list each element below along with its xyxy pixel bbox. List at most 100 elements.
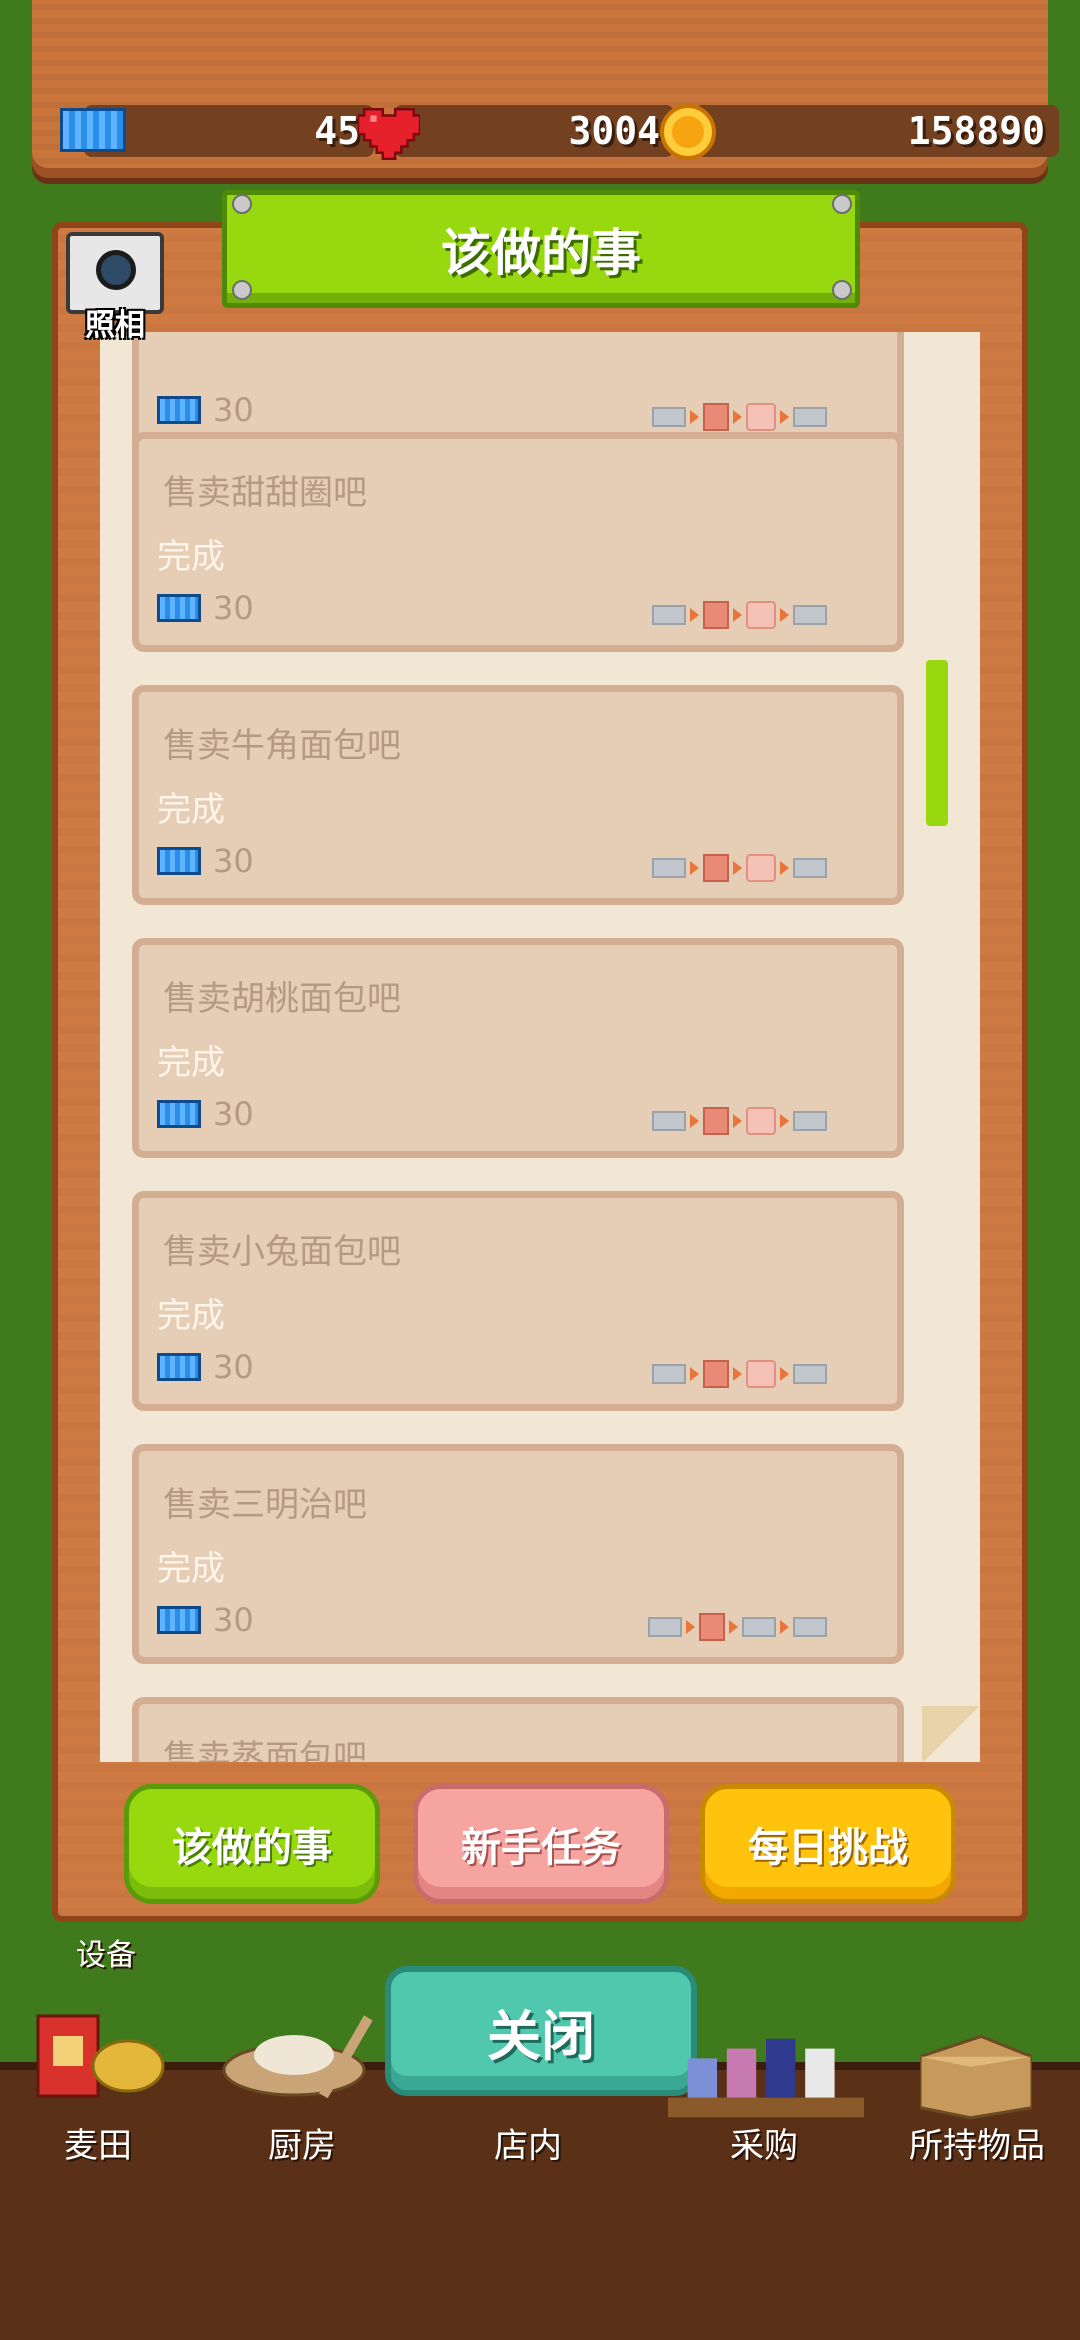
task-card: 售卖三明治吧 完成 30 xyxy=(132,1444,904,1664)
arrow-icon xyxy=(690,861,699,875)
arrow-icon xyxy=(733,1367,742,1381)
ticket-step-icon xyxy=(793,1617,827,1637)
arrow-icon xyxy=(780,410,789,424)
paper-fold xyxy=(922,1706,980,1762)
task-reward-value: 30 xyxy=(213,391,254,429)
tab-daily-challenge[interactable]: 每日挑战 xyxy=(700,1784,956,1904)
task-card: 售卖小兔面包吧 完成 30 xyxy=(132,1191,904,1411)
task-status: 完成 xyxy=(157,1296,225,1336)
task-steps xyxy=(652,1107,827,1135)
nav-wheat-field[interactable]: 麦田 xyxy=(58,2118,138,2167)
task-reward: 30 xyxy=(157,1095,254,1133)
ticket-step-icon xyxy=(648,1617,682,1637)
tab-todo[interactable]: 该做的事 xyxy=(124,1784,380,1904)
tickets-value: 45 xyxy=(314,109,360,153)
coin-icon xyxy=(660,104,716,160)
ticket-step-icon xyxy=(793,1111,827,1131)
coins-counter: 158890 xyxy=(694,105,1059,157)
equipment-label[interactable]: 设备 xyxy=(76,1930,136,1974)
coins-value: 158890 xyxy=(907,109,1045,153)
task-status: 完成 xyxy=(157,537,225,577)
ticket-step-icon xyxy=(793,1364,827,1384)
ticket-icon xyxy=(157,1353,201,1381)
camera-icon xyxy=(96,250,136,290)
task-reward-value: 30 xyxy=(213,842,254,880)
rivet xyxy=(232,194,252,214)
task-steps xyxy=(652,1360,827,1388)
task-steps xyxy=(652,403,827,431)
ticket-icon xyxy=(157,1606,201,1634)
book-step-icon xyxy=(703,601,729,629)
tab-newbie-tasks[interactable]: 新手任务 xyxy=(413,1784,669,1904)
arrow-icon xyxy=(780,861,789,875)
ground-background xyxy=(0,2070,1080,2340)
arrow-icon xyxy=(733,1114,742,1128)
gift-step-icon xyxy=(746,601,776,629)
task-title: 售卖胡桃面包吧 xyxy=(163,979,401,1019)
task-title: 售卖三明治吧 xyxy=(163,1485,367,1525)
book-step-icon xyxy=(703,854,729,882)
camera-label: 照相 xyxy=(85,308,145,343)
ticket-icon xyxy=(157,847,201,875)
task-steps xyxy=(652,854,827,882)
ticket-step-icon xyxy=(652,407,686,427)
ticket-icon xyxy=(60,108,126,152)
nav-purchase[interactable]: 采购 xyxy=(724,2118,804,2167)
arrow-icon xyxy=(733,410,742,424)
gift-step-icon xyxy=(746,1360,776,1388)
ticket-step-icon xyxy=(652,1111,686,1131)
task-card: 售卖蒸面包吧 xyxy=(132,1697,904,1762)
arrow-icon xyxy=(690,410,699,424)
gift-step-icon xyxy=(746,403,776,431)
gift-step-icon xyxy=(746,854,776,882)
nav-kitchen[interactable]: 厨房 xyxy=(262,2118,342,2167)
arrow-icon xyxy=(780,608,789,622)
task-title: 售卖小兔面包吧 xyxy=(163,1232,401,1272)
task-steps xyxy=(652,601,827,629)
gift-step-icon xyxy=(746,1107,776,1135)
ticket-icon xyxy=(157,1100,201,1128)
ticket-step-icon xyxy=(652,605,686,625)
heart-icon xyxy=(358,108,420,160)
panel-title-text: 该做的事 xyxy=(441,224,641,282)
scrollbar[interactable] xyxy=(926,660,948,826)
arrow-icon xyxy=(780,1114,789,1128)
nav-items[interactable]: 所持物品 xyxy=(902,2118,1052,2167)
ticket-step-icon xyxy=(652,858,686,878)
book-step-icon xyxy=(703,1107,729,1135)
ticket-step-icon xyxy=(652,1364,686,1384)
task-status: 完成 xyxy=(157,790,225,830)
tickets-counter: 45 xyxy=(84,105,374,157)
task-steps xyxy=(648,1613,827,1641)
book-step-icon xyxy=(703,403,729,431)
rivet xyxy=(832,194,852,214)
panel-title: 该做的事 xyxy=(222,190,860,308)
arrow-icon xyxy=(780,1620,789,1634)
task-reward-value: 30 xyxy=(213,1095,254,1133)
rivet xyxy=(232,280,252,300)
purchase-icon[interactable] xyxy=(668,2036,864,2120)
task-reward-value: 30 xyxy=(213,589,254,627)
task-card: 售卖甜甜圈吧 完成 30 xyxy=(132,432,904,652)
task-card: 售卖牛角面包吧 完成 30 xyxy=(132,685,904,905)
arrow-icon xyxy=(690,608,699,622)
task-card: 售卖胡桃面包吧 完成 30 xyxy=(132,938,904,1158)
hearts-value: 3004 xyxy=(568,109,660,153)
arrow-icon xyxy=(733,861,742,875)
ticket-step-icon xyxy=(742,1617,776,1637)
task-list[interactable]: 30 售卖甜甜圈吧 完成 30 售卖牛角面包吧 完成 30 售卖胡桃面包吧 完成… xyxy=(100,332,980,1762)
task-reward-value: 30 xyxy=(213,1601,254,1639)
task-reward: 30 xyxy=(157,1601,254,1639)
nav-store[interactable]: 店内 xyxy=(488,2118,568,2167)
ticket-step-icon xyxy=(793,858,827,878)
task-reward-value: 30 xyxy=(213,1348,254,1386)
book-step-icon xyxy=(699,1613,725,1641)
arrow-icon xyxy=(733,608,742,622)
task-status: 完成 xyxy=(157,1043,225,1083)
kitchen-icon[interactable] xyxy=(214,2000,384,2110)
task-status: 完成 xyxy=(157,1549,225,1589)
close-button[interactable]: 关闭 xyxy=(385,1966,697,2096)
inventory-box-icon[interactable] xyxy=(920,2024,1032,2120)
wheat-field-icon[interactable] xyxy=(28,2006,168,2106)
close-button-label: 关闭 xyxy=(487,2004,595,2068)
